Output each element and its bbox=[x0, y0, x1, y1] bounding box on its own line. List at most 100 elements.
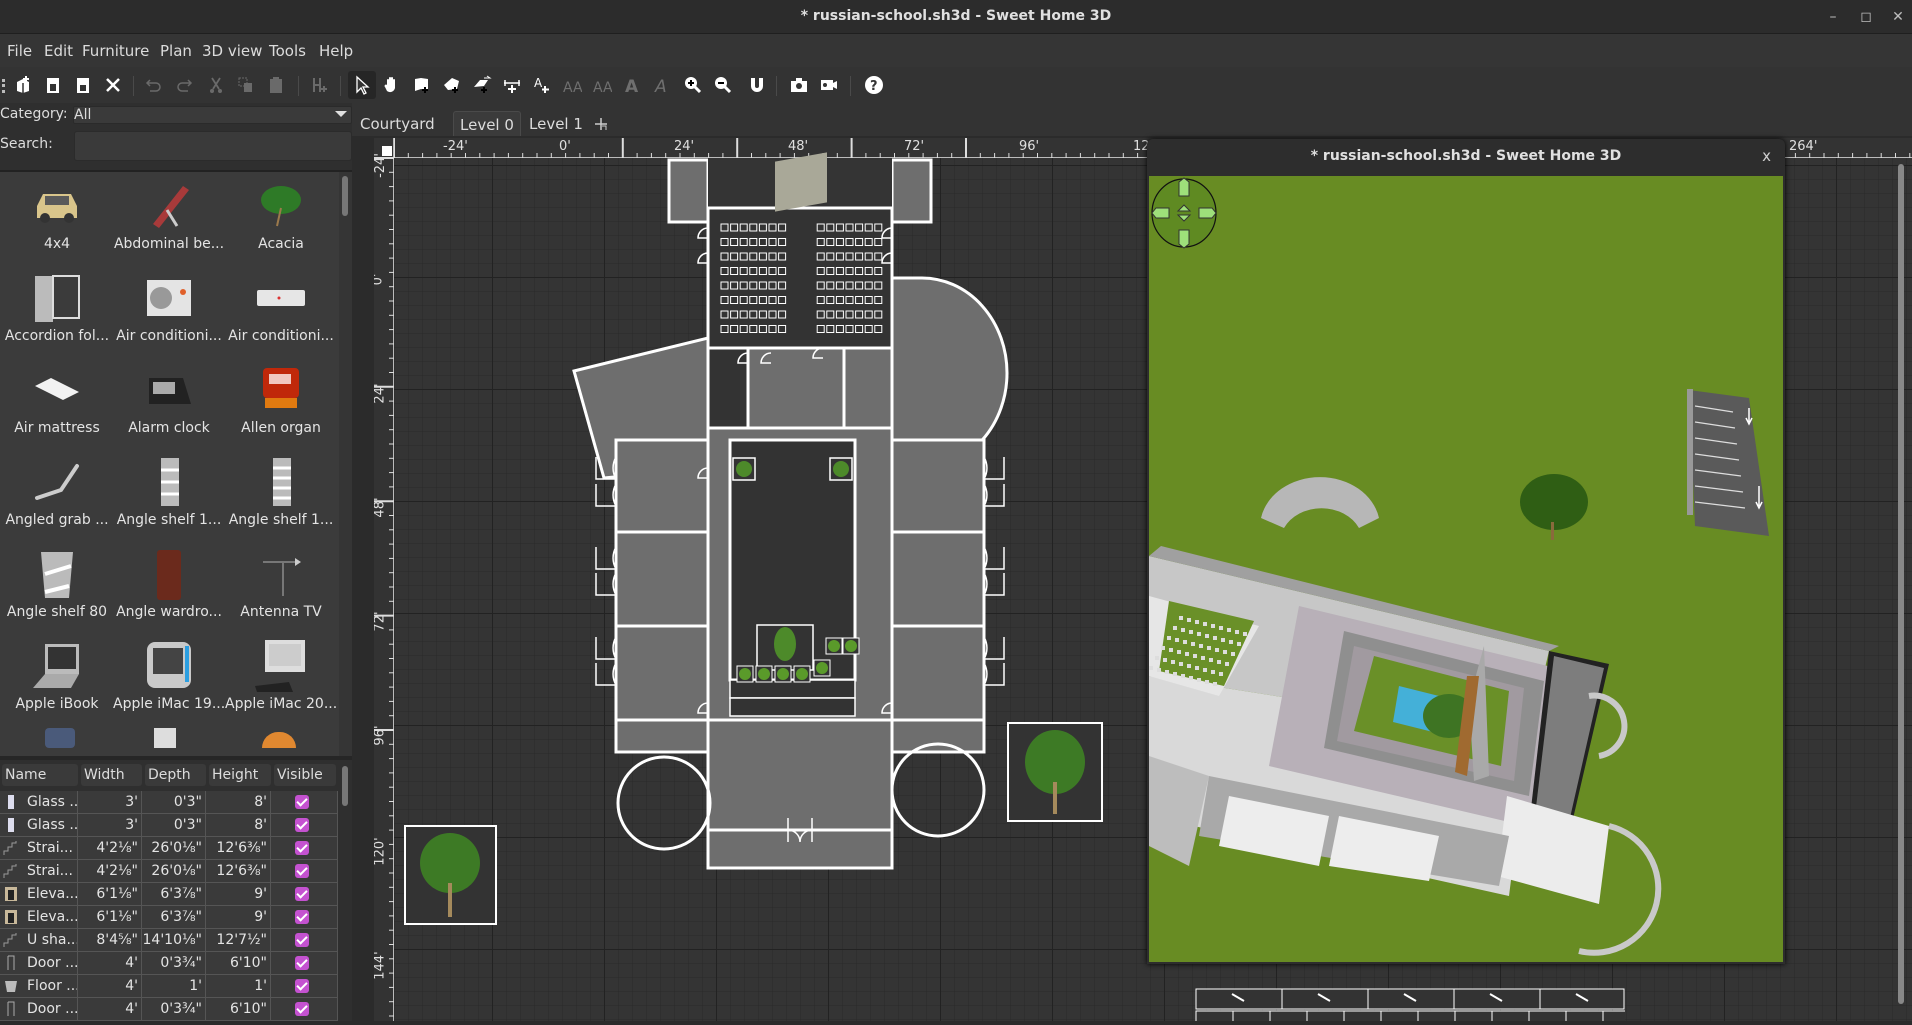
catalog-item[interactable]: Abdominal be... bbox=[113, 174, 225, 266]
seat[interactable] bbox=[778, 310, 787, 319]
zoom-in-button[interactable] bbox=[681, 73, 705, 97]
seat[interactable] bbox=[730, 296, 739, 304]
catalog-item[interactable]: 4x4 bbox=[1, 174, 113, 266]
catalog-item[interactable]: Angle shelf 1... bbox=[113, 450, 225, 542]
table-row[interactable]: Strai... 4'2⅛" 26'0⅛" 12'6⅜" bbox=[0, 860, 338, 883]
seat[interactable] bbox=[720, 267, 729, 275]
select-mode-button[interactable] bbox=[348, 71, 376, 99]
visible-checkbox[interactable] bbox=[295, 795, 309, 809]
seat[interactable] bbox=[730, 223, 739, 232]
visible-checkbox[interactable] bbox=[295, 818, 309, 832]
seat[interactable] bbox=[855, 281, 864, 290]
seat[interactable] bbox=[855, 267, 864, 275]
seat[interactable] bbox=[874, 281, 883, 290]
restroom[interactable] bbox=[614, 718, 710, 754]
seat[interactable] bbox=[720, 325, 729, 333]
catalog-item[interactable]: Apple iBook bbox=[1, 634, 113, 726]
seat[interactable] bbox=[835, 310, 844, 319]
column-header-depth[interactable]: Depth bbox=[145, 764, 206, 786]
seat[interactable] bbox=[826, 325, 835, 333]
minimize-button[interactable]: – bbox=[1821, 6, 1845, 28]
catalog-scrollbar-thumb[interactable] bbox=[342, 176, 348, 216]
visible-checkbox[interactable] bbox=[295, 979, 309, 993]
seat[interactable] bbox=[758, 223, 767, 232]
room[interactable] bbox=[746, 346, 846, 430]
catalog-item-partial[interactable] bbox=[154, 728, 176, 748]
menu-plan[interactable]: Plan bbox=[160, 42, 192, 60]
seat[interactable] bbox=[816, 252, 825, 261]
plan-bottom-element[interactable] bbox=[1195, 988, 1641, 1024]
plan-scrollbar[interactable] bbox=[1898, 164, 1904, 1004]
seat[interactable] bbox=[816, 325, 825, 333]
seat[interactable] bbox=[730, 252, 739, 261]
visible-checkbox[interactable] bbox=[295, 910, 309, 924]
pan-mode-button[interactable] bbox=[380, 73, 404, 97]
decrease-text-size-button[interactable]: AA bbox=[590, 73, 614, 97]
seat[interactable] bbox=[874, 223, 883, 232]
column-header-visible[interactable]: Visible bbox=[274, 764, 336, 786]
seat[interactable] bbox=[720, 296, 729, 304]
stair[interactable] bbox=[729, 679, 856, 699]
seat[interactable] bbox=[845, 296, 854, 304]
classroom[interactable] bbox=[890, 530, 986, 628]
seat[interactable] bbox=[845, 281, 854, 290]
seat[interactable] bbox=[845, 223, 854, 232]
catalog-item[interactable]: Air conditioni... bbox=[225, 266, 337, 358]
seat[interactable] bbox=[845, 252, 854, 261]
tab-level-1[interactable]: Level 1 bbox=[523, 111, 589, 136]
catalog-item[interactable]: Acacia bbox=[225, 174, 337, 266]
seat[interactable] bbox=[835, 223, 844, 232]
catalog-item[interactable]: Apple iMac 19... bbox=[113, 634, 225, 726]
seat[interactable] bbox=[758, 325, 767, 333]
seat[interactable] bbox=[730, 267, 739, 275]
classroom[interactable] bbox=[614, 530, 710, 628]
room[interactable] bbox=[667, 158, 710, 224]
seat[interactable] bbox=[826, 310, 835, 319]
seat[interactable] bbox=[845, 238, 854, 246]
seat[interactable] bbox=[768, 238, 777, 246]
seat[interactable] bbox=[864, 223, 873, 232]
seat[interactable] bbox=[749, 296, 758, 304]
table-row[interactable]: Eleva... 6'1⅛" 6'3⅞" 9' bbox=[0, 883, 338, 906]
seat[interactable] bbox=[739, 223, 748, 232]
catalog-item[interactable]: Angle shelf 1... bbox=[225, 450, 337, 542]
seat[interactable] bbox=[816, 223, 825, 232]
seat[interactable] bbox=[816, 238, 825, 246]
new-home-button[interactable] bbox=[11, 73, 35, 97]
seat[interactable] bbox=[874, 252, 883, 261]
stage-block[interactable] bbox=[775, 152, 827, 212]
menu-3d-view[interactable]: 3D view bbox=[202, 42, 262, 60]
3d-view-canvas[interactable] bbox=[1149, 176, 1783, 962]
menu-file[interactable]: File bbox=[7, 42, 32, 60]
table-row[interactable]: Glass ... 3' 0'3" 8' bbox=[0, 814, 338, 837]
seat[interactable] bbox=[845, 310, 854, 319]
bold-text-button[interactable]: A bbox=[620, 73, 644, 97]
seat[interactable] bbox=[778, 252, 787, 261]
visible-checkbox[interactable] bbox=[295, 887, 309, 901]
catalog-item[interactable]: Angle shelf 80 bbox=[1, 542, 113, 634]
visible-checkbox[interactable] bbox=[295, 841, 309, 855]
category-select[interactable]: All bbox=[73, 106, 352, 124]
seat[interactable] bbox=[778, 223, 787, 232]
zoom-out-button[interactable] bbox=[711, 73, 735, 97]
seat[interactable] bbox=[874, 325, 883, 333]
seat[interactable] bbox=[749, 310, 758, 319]
seat[interactable] bbox=[874, 267, 883, 275]
catalog-item[interactable]: Air mattress bbox=[1, 358, 113, 450]
catalog-item[interactable]: Antenna TV bbox=[225, 542, 337, 634]
seat[interactable] bbox=[845, 267, 854, 275]
seat[interactable] bbox=[864, 310, 873, 319]
seat[interactable] bbox=[758, 252, 767, 261]
seat[interactable] bbox=[845, 325, 854, 333]
seat[interactable] bbox=[826, 281, 835, 290]
stair[interactable] bbox=[729, 697, 856, 717]
seat[interactable] bbox=[749, 223, 758, 232]
seat[interactable] bbox=[720, 223, 729, 232]
classroom[interactable] bbox=[890, 624, 986, 722]
table-row[interactable]: Eleva... 6'1⅛" 6'3⅞" 9' bbox=[0, 906, 338, 929]
visible-checkbox[interactable] bbox=[295, 956, 309, 970]
toolbar-grip[interactable] bbox=[2, 79, 5, 93]
seat[interactable] bbox=[835, 267, 844, 275]
seat[interactable] bbox=[874, 310, 883, 319]
seat[interactable] bbox=[835, 325, 844, 333]
